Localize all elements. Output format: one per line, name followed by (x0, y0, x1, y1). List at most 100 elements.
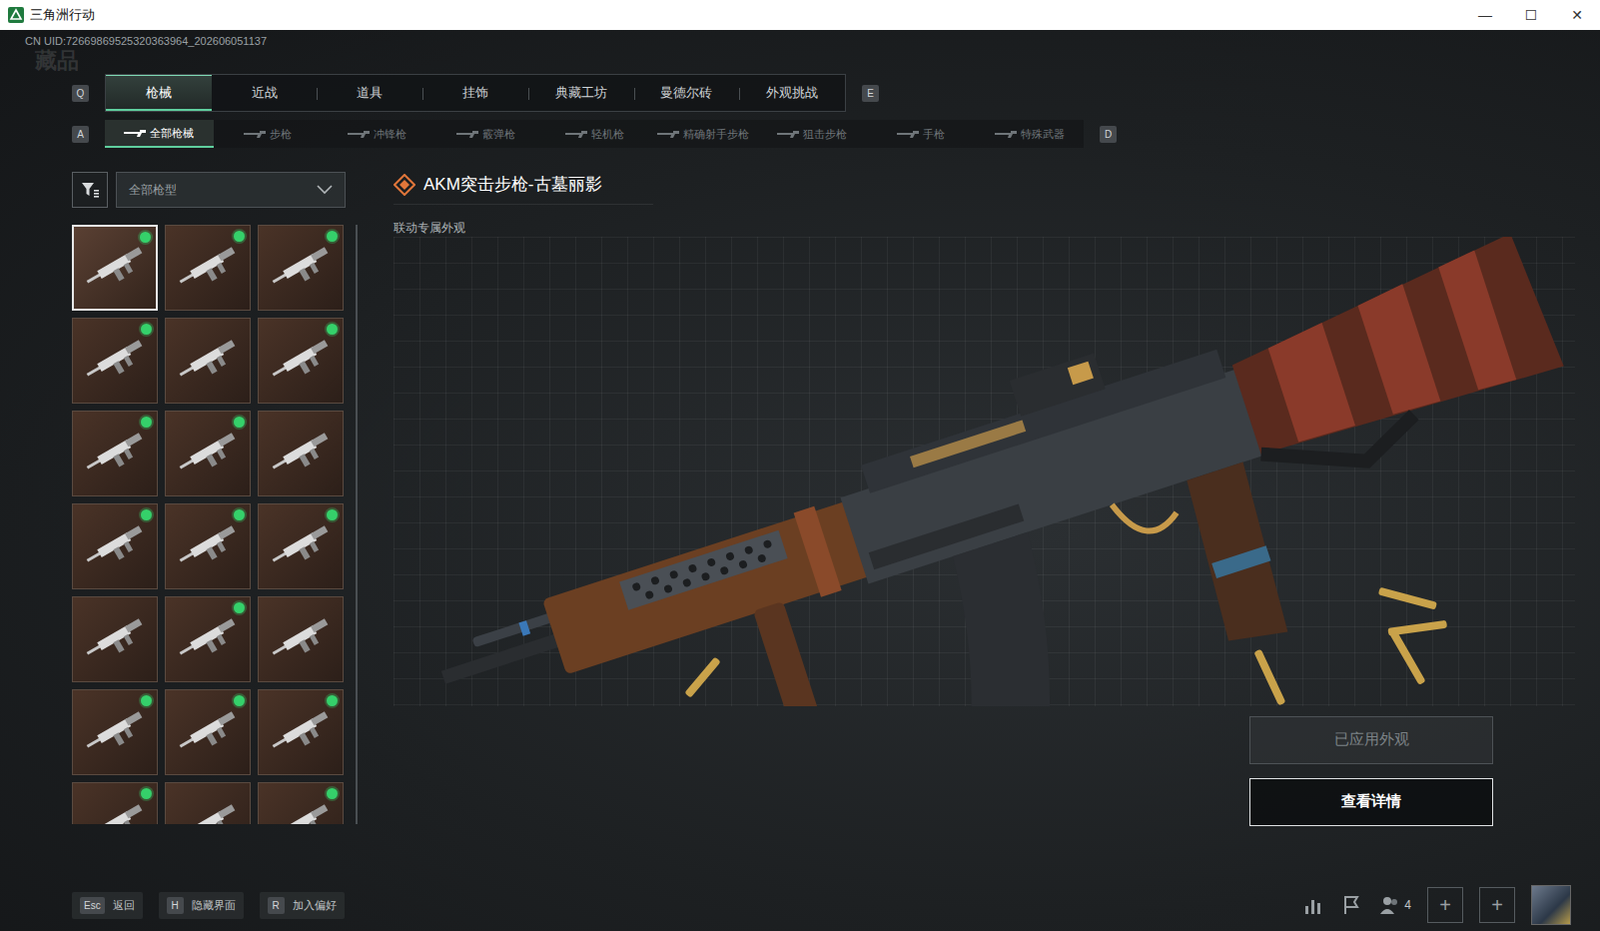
skin-tile[interactable] (164, 596, 251, 683)
skin-tile[interactable] (164, 410, 251, 497)
skin-thumbnail-icon (79, 335, 150, 386)
tab[interactable]: 挂饰 (422, 74, 529, 111)
skin-tile[interactable] (71, 596, 158, 683)
skin-thumbnail-icon (79, 614, 150, 665)
owned-dot (326, 323, 338, 335)
skin-thumbnail-icon (79, 707, 150, 758)
skin-grid (71, 224, 344, 824)
owned-dot (326, 509, 338, 521)
skin-tile[interactable] (71, 782, 158, 824)
skin-thumbnail-icon (265, 800, 336, 824)
skin-tile[interactable] (257, 317, 344, 404)
skin-thumbnail-icon (79, 521, 150, 572)
tab[interactable]: 冲锋枪 (322, 119, 432, 148)
tab[interactable]: 全部枪械 (104, 119, 214, 148)
tab[interactable]: 枪械 (105, 74, 212, 111)
gun-icon (994, 129, 1017, 138)
gun-icon (123, 128, 146, 137)
tab[interactable]: 手枪 (865, 119, 975, 148)
skin-tile[interactable] (71, 689, 158, 776)
filter-button[interactable] (71, 171, 108, 208)
detail-panel: AKM突击步枪-古墓丽影 联动专属外观 (371, 171, 1576, 885)
skin-thumbnail-icon (265, 614, 336, 665)
squad-count[interactable]: 4 (1378, 893, 1412, 916)
tab[interactable]: 近战 (211, 74, 318, 111)
skin-tile[interactable] (164, 317, 251, 404)
skin-thumbnail-icon (172, 800, 243, 824)
skin-thumbnail-icon (265, 428, 336, 479)
skin-tile[interactable] (71, 317, 158, 404)
close-button[interactable]: ✕ (1554, 0, 1600, 30)
skin-tile[interactable] (257, 782, 344, 824)
next-key[interactable]: E (861, 84, 879, 102)
owned-dot (140, 695, 152, 707)
hint-label: 返回 (112, 896, 135, 914)
hint-label: 隐藏界面 (191, 896, 236, 914)
skin-tile[interactable] (164, 224, 251, 311)
player-avatar[interactable] (1531, 884, 1572, 925)
tab[interactable]: 曼德尔砖 (634, 74, 741, 111)
skin-panel: 全部枪型 (71, 171, 372, 885)
skin-tile[interactable] (257, 596, 344, 683)
gun-icon (777, 129, 800, 138)
chevron-down-icon (316, 184, 333, 195)
scrollbar[interactable] (355, 224, 358, 824)
skin-tile[interactable] (71, 503, 158, 590)
maximize-button[interactable]: ☐ (1508, 0, 1555, 30)
tab[interactable]: 精确射手步枪 (648, 119, 758, 148)
key-hint[interactable]: H 隐藏界面 (158, 891, 244, 919)
weapon-preview[interactable] (393, 236, 1576, 707)
gun-icon (243, 129, 266, 138)
skin-tile[interactable] (71, 410, 158, 497)
skin-tile[interactable] (257, 503, 344, 590)
gun-icon (896, 129, 919, 138)
prev-key[interactable]: A (71, 125, 89, 143)
tab[interactable]: 道具 (316, 74, 423, 111)
tab[interactable]: 轻机枪 (540, 119, 650, 148)
skin-tile[interactable] (164, 782, 251, 824)
key-hint[interactable]: Esc返回 (71, 891, 143, 919)
skin-thumbnail-icon (172, 428, 243, 479)
skin-thumbnail-icon (172, 242, 243, 293)
owned-dot (140, 509, 152, 521)
bottom-bar: Esc返回 H 隐藏界面 R加入偏好 4 + + (24, 884, 1576, 925)
tab[interactable]: 外观挑战 (739, 74, 845, 111)
action-buttons: 已应用外观查看详情 (1249, 716, 1494, 826)
tab[interactable]: 步枪 (213, 119, 323, 148)
skin-tile[interactable] (164, 503, 251, 590)
owned-dot (139, 231, 151, 243)
details-button[interactable]: 查看详情 (1249, 778, 1494, 826)
skin-thumbnail-icon (79, 800, 150, 824)
minimize-button[interactable]: — (1462, 0, 1509, 30)
invite-slot[interactable]: + (1479, 886, 1516, 923)
tab[interactable]: 特殊武器 (974, 119, 1084, 148)
weapon-type-tabs: 全部枪械步枪冲锋枪霰弹枪轻机枪精确射手步枪狙击步枪手枪特殊武器 (104, 119, 1084, 148)
owned-dot (326, 788, 338, 800)
skin-thumbnail-icon (79, 242, 150, 293)
skin-thumbnail-icon (172, 614, 243, 665)
game-area: CN UID:72669869525320363964_202606051137… (0, 29, 1600, 931)
person-icon (1378, 893, 1401, 916)
stats-chart-icon[interactable] (1302, 893, 1325, 916)
owned-dot (233, 416, 245, 428)
gun-type-dropdown[interactable]: 全部枪型 (115, 171, 346, 208)
key-hint[interactable]: R加入偏好 (259, 891, 345, 919)
owned-dot (140, 323, 152, 335)
skin-tile[interactable] (257, 689, 344, 776)
key-cap: H (166, 896, 184, 914)
tab[interactable]: 霰弹枪 (431, 119, 541, 148)
skin-tile[interactable] (71, 224, 158, 311)
dropdown-value: 全部枪型 (128, 180, 177, 199)
skin-tile[interactable] (257, 224, 344, 311)
owned-dot (233, 602, 245, 614)
prev-key[interactable]: Q (71, 84, 89, 102)
skin-tile[interactable] (257, 410, 344, 497)
next-key[interactable]: D (1099, 125, 1117, 143)
tab[interactable]: 狙击步枪 (757, 119, 866, 148)
tab[interactable]: 典藏工坊 (528, 74, 635, 111)
flag-icon[interactable] (1340, 893, 1363, 916)
app-logo-icon (7, 6, 24, 23)
skin-tile[interactable] (164, 689, 251, 776)
invite-slot[interactable]: + (1427, 886, 1464, 923)
uid-label: CN UID:72669869525320363964_202606051137 (24, 33, 1576, 48)
